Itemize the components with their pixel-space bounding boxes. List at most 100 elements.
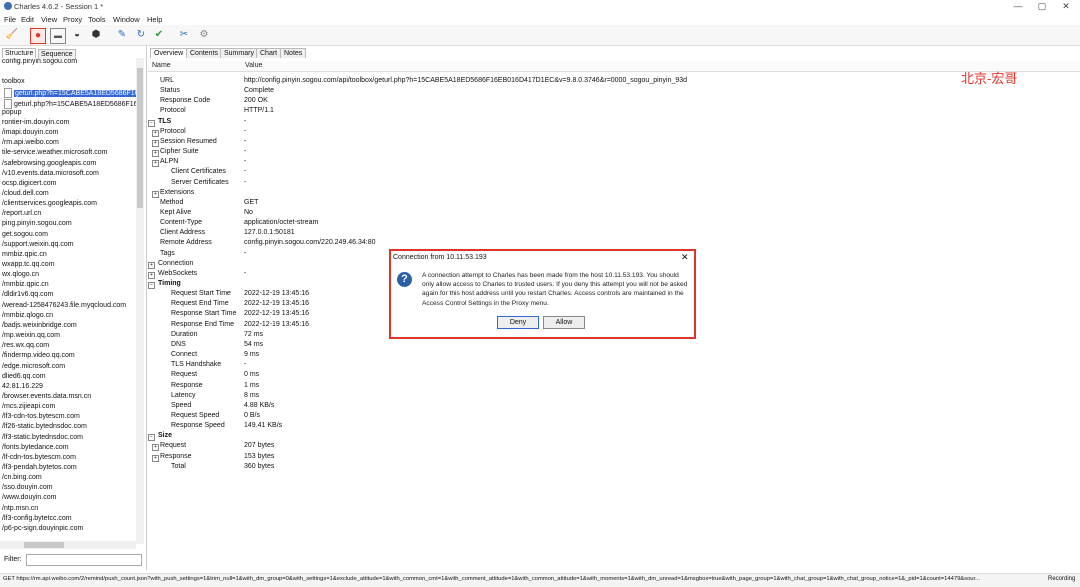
menu-window[interactable]: Window: [113, 15, 140, 24]
expand-icon[interactable]: +: [152, 190, 159, 198]
table-row[interactable]: Content-Type application/octet-stream: [148, 219, 1048, 229]
expand-icon[interactable]: +: [152, 139, 159, 147]
table-row[interactable]: Response Speed 149.41 KB/s: [148, 422, 1048, 432]
tree-item[interactable]: /lf-cdn-tos.bytescm.com: [2, 454, 76, 461]
table-row[interactable]: TLS Handshake -: [148, 361, 1048, 371]
tree-item[interactable]: /lf3-config.bytetcc.com: [2, 515, 72, 522]
menu-view[interactable]: View: [41, 15, 57, 24]
expand-icon[interactable]: +: [152, 454, 159, 462]
tree-item[interactable]: /lf3-pendah.bytetos.com: [2, 464, 77, 471]
tree-item[interactable]: /ntp.msn.cn: [2, 505, 38, 512]
column-name-header[interactable]: Name: [152, 62, 171, 69]
tree-item[interactable]: tile-service.weather.microsoft.com: [2, 149, 107, 156]
tree-item[interactable]: ocsp.digicert.com: [2, 180, 56, 187]
table-row[interactable]: + ALPN -: [148, 158, 1048, 168]
tree-item[interactable]: /edge.microsoft.com: [2, 363, 65, 370]
tree-item[interactable]: /mmbiz.qpic.cn: [2, 281, 49, 288]
tree-item[interactable]: /clientservices.googleapis.com: [2, 200, 97, 207]
collapse-icon[interactable]: −: [148, 434, 155, 442]
turtle-icon[interactable]: ◒: [70, 28, 84, 42]
tree-item[interactable]: /res.wx.qq.com: [2, 342, 49, 349]
table-row[interactable]: Client Certificates -: [148, 168, 1048, 178]
column-value-header[interactable]: Value: [245, 62, 262, 69]
tree-item[interactable]: /www.douyin.com: [2, 494, 56, 501]
table-row[interactable]: + Extensions: [148, 189, 1048, 199]
tab-structure[interactable]: Structure: [2, 48, 37, 58]
tree-item[interactable]: get.sogou.com: [2, 231, 48, 238]
table-row[interactable]: Status Complete: [148, 87, 1048, 97]
tree-item[interactable]: /cn.bing.com: [2, 474, 42, 481]
scrollbar-thumb[interactable]: [24, 542, 64, 548]
tab-summary[interactable]: Summary: [220, 48, 258, 58]
tree-item[interactable]: popup: [2, 109, 21, 116]
maximize-button[interactable]: ▢: [1034, 1, 1050, 12]
scrollbar-thumb[interactable]: [137, 68, 143, 208]
refresh-icon[interactable]: ↻: [134, 28, 148, 42]
collapse-icon[interactable]: −: [148, 282, 155, 289]
table-row[interactable]: Response 1 ms: [148, 382, 1048, 392]
table-row[interactable]: DNS 54 ms: [148, 341, 1048, 351]
breakpoint-icon[interactable]: ⬢: [89, 28, 103, 42]
tree-item[interactable]: /fonts.bytedance.com: [2, 444, 69, 451]
check-icon[interactable]: ✔: [152, 28, 166, 42]
table-row[interactable]: Method GET: [148, 199, 1048, 209]
menu-file[interactable]: File: [4, 15, 16, 24]
tree-item[interactable]: /badjs.weixinbridge.com: [2, 322, 77, 329]
expand-icon[interactable]: +: [152, 444, 159, 452]
expand-icon[interactable]: +: [152, 150, 159, 158]
tab-overview[interactable]: Overview: [150, 48, 188, 58]
tree-item[interactable]: geturl.php?h=15CABE5A18ED5686F16: [4, 88, 136, 99]
tree-item[interactable]: /lf3-cdn-tos.bytescm.com: [2, 413, 80, 420]
tree-item[interactable]: /rm.api.weibo.com: [2, 139, 59, 146]
table-row[interactable]: Connect 9 ms: [148, 351, 1048, 361]
table-row[interactable]: + Response 153 bytes: [148, 453, 1048, 463]
broom-icon[interactable]: 🧹: [5, 28, 19, 42]
table-row[interactable]: Kept Alive No: [148, 209, 1048, 219]
record-icon[interactable]: ●: [30, 28, 46, 44]
tree-item[interactable]: /safebrowsing.googleapis.com: [2, 160, 96, 167]
tree-item[interactable]: /report.url.cn: [2, 210, 41, 217]
expand-icon[interactable]: +: [148, 271, 155, 279]
table-row[interactable]: Total 360 bytes: [148, 463, 1048, 473]
table-row[interactable]: Server Certificates -: [148, 179, 1048, 189]
tree-item[interactable]: 42.81.16.229: [2, 383, 43, 390]
tree-item[interactable]: /mmbiz.qlogo.cn: [2, 312, 53, 319]
table-row[interactable]: Remote Address config.pinyin.sogou.com/22…: [148, 239, 1048, 249]
tab-contents[interactable]: Contents: [186, 48, 223, 58]
table-row[interactable]: − Size: [148, 432, 1048, 442]
tree-item[interactable]: /support.weixin.qq.com: [2, 241, 74, 248]
tree-horizontal-scrollbar[interactable]: [0, 541, 136, 549]
tab-notes[interactable]: Notes: [280, 48, 307, 58]
tree-item[interactable]: /sso.douyin.com: [2, 484, 53, 491]
tools-icon[interactable]: ✂: [177, 28, 191, 42]
tree-item[interactable]: /cloud.dell.com: [2, 190, 49, 197]
throttle-icon[interactable]: ▬: [50, 28, 66, 44]
tree-item[interactable]: /browser.events.data.msn.cn: [2, 393, 91, 400]
tree-item[interactable]: rontier-im.douyin.com: [2, 119, 69, 126]
tree-item[interactable]: geturl.php?h=15CABE5A18ED5686F16: [4, 98, 136, 109]
dialog-close-icon[interactable]: ✕: [681, 252, 689, 263]
collapse-icon[interactable]: −: [148, 119, 155, 127]
menu-help[interactable]: Help: [147, 15, 162, 24]
close-window-button[interactable]: ✕: [1058, 1, 1074, 12]
expand-icon[interactable]: +: [148, 261, 155, 269]
tree-item[interactable]: wx.qlogo.cn: [2, 271, 39, 278]
tree-item[interactable]: config.pinyin.sogou.com: [2, 58, 77, 65]
tree-item[interactable]: /weread-1258476243.file.myqcloud.com: [2, 302, 126, 309]
expand-icon[interactable]: +: [152, 160, 159, 168]
table-row[interactable]: Request 0 ms: [148, 371, 1048, 381]
table-row[interactable]: − TLS -: [148, 118, 1048, 128]
table-row[interactable]: + Request 207 bytes: [148, 442, 1048, 452]
filter-input[interactable]: [26, 554, 142, 566]
tree-item[interactable]: ping.pinyin.sogou.com: [2, 220, 72, 227]
table-row[interactable]: + Protocol -: [148, 128, 1048, 138]
settings-icon[interactable]: ⚙: [197, 28, 211, 42]
tree-item[interactable]: mmbiz.qpic.cn: [2, 251, 47, 258]
tree-item[interactable]: /v10.events.data.microsoft.com: [2, 170, 99, 177]
table-row[interactable]: Response Code 200 OK: [148, 97, 1048, 107]
table-row[interactable]: Protocol HTTP/1.1: [148, 107, 1048, 117]
tree-item[interactable]: /lf3-static.bytednsdoc.com: [2, 434, 83, 441]
tree-item[interactable]: /p6-pc-sign.douyinpic.com: [2, 525, 83, 532]
tree-item[interactable]: /imapi.douyin.com: [2, 129, 58, 136]
table-row[interactable]: Latency 8 ms: [148, 392, 1048, 402]
